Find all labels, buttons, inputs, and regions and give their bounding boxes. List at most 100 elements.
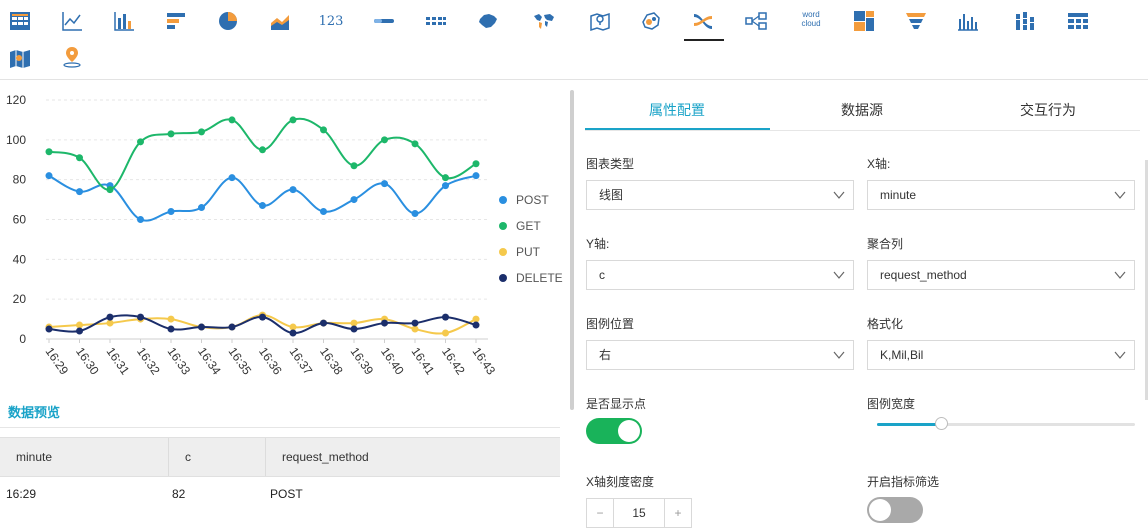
- x-tick-label: 16:38: [317, 345, 346, 378]
- word-cloud-icon[interactable]: word cloud: [797, 8, 825, 30]
- data-point-delete: [320, 319, 327, 327]
- table-row: 16:29 82 POST: [0, 477, 560, 511]
- tab-divider: [585, 130, 1140, 131]
- location-map-icon[interactable]: [589, 10, 611, 32]
- data-point-delete: [106, 313, 114, 321]
- chevron-down-icon: [833, 191, 845, 199]
- chevron-down-icon: [1114, 271, 1126, 279]
- x-tick-label: 16:31: [104, 345, 133, 378]
- column-header-c[interactable]: c: [185, 438, 191, 476]
- data-point-delete: [228, 323, 236, 331]
- table-cell: 82: [172, 487, 186, 501]
- data-point-delete: [381, 319, 388, 327]
- data-point-delete: [411, 319, 419, 327]
- sankey-icon[interactable]: [692, 10, 714, 32]
- table-icon[interactable]: [9, 10, 31, 32]
- progress-bar-icon[interactable]: [373, 10, 395, 32]
- data-point-get: [167, 130, 175, 138]
- legend-width-slider-handle[interactable]: [934, 417, 948, 430]
- kpi-number-icon[interactable]: 123: [319, 10, 344, 32]
- data-point-get: [381, 136, 388, 144]
- data-point-post: [320, 208, 327, 216]
- pivot-table-icon[interactable]: [1067, 10, 1089, 32]
- data-point-put: [442, 329, 449, 337]
- data-preview-table: minute c request_method 16:29 82 POST: [0, 437, 560, 511]
- data-point-post: [411, 210, 419, 218]
- tab-datasource[interactable]: 数据源: [841, 100, 883, 120]
- data-point-delete: [442, 313, 449, 321]
- chart-preview-area: 0 20 40 60 80 100 120 16:29 16:30 16:31 16:32 16:33…: [0, 80, 572, 522]
- chevron-down-icon: [1114, 351, 1126, 359]
- data-point-post: [167, 208, 175, 216]
- toggle-knob: [869, 499, 891, 521]
- data-point-post: [381, 180, 388, 188]
- word-cloud-text-top: word: [802, 10, 820, 19]
- x-axis-select[interactable]: minute: [867, 180, 1135, 210]
- data-point-post: [472, 172, 480, 180]
- y-tick-label: 0: [19, 332, 26, 346]
- horizontal-bar-icon[interactable]: [165, 10, 187, 32]
- chart-type-select[interactable]: 线图: [586, 180, 854, 210]
- data-point-delete: [259, 313, 266, 321]
- legend-position-label: 图例位置: [586, 317, 635, 331]
- data-point-get: [228, 116, 236, 124]
- decrement-button[interactable]: −: [587, 499, 614, 527]
- legend-marker-post: [499, 196, 507, 204]
- tab-interaction[interactable]: 交互行为: [1020, 100, 1076, 120]
- area-chart-icon[interactable]: [269, 10, 291, 32]
- treemap-icon[interactable]: [853, 10, 875, 32]
- line-chart-icon[interactable]: [61, 10, 83, 32]
- x-axis-label: X轴:: [867, 157, 891, 171]
- show-points-toggle[interactable]: [586, 418, 642, 444]
- data-point-post: [228, 174, 236, 182]
- legend-marker-get: [499, 222, 507, 230]
- stacked-column-icon[interactable]: [1014, 10, 1036, 32]
- panel-splitter[interactable]: [570, 90, 574, 410]
- world-map-icon[interactable]: [533, 10, 555, 32]
- format-select[interactable]: K,Mil,Bil: [867, 340, 1135, 370]
- data-point-get: [442, 174, 449, 182]
- pie-chart-icon[interactable]: [217, 10, 239, 32]
- data-point-delete: [472, 321, 480, 329]
- legend-label-get: GET: [516, 219, 541, 233]
- x-tick-label: 16:41: [409, 345, 438, 378]
- table-header: minute c request_method: [0, 437, 560, 477]
- x-density-value[interactable]: 15: [613, 499, 665, 527]
- data-point-post: [350, 196, 358, 204]
- data-point-get: [289, 116, 297, 124]
- active-chart-type-indicator: [684, 39, 724, 41]
- aggregate-column-select[interactable]: request_method: [867, 260, 1135, 290]
- geo-pin-icon[interactable]: [61, 46, 83, 68]
- indicator-dots-icon[interactable]: [425, 10, 447, 32]
- y-tick-label: 120: [6, 93, 26, 107]
- funnel-icon[interactable]: [905, 10, 927, 32]
- increment-button[interactable]: +: [664, 499, 691, 527]
- column-header-request-method[interactable]: request_method: [282, 438, 369, 476]
- y-axis-value: c: [599, 268, 605, 282]
- data-point-delete: [45, 325, 53, 333]
- bubble-map-icon[interactable]: [640, 10, 662, 32]
- x-density-stepper[interactable]: − 15 +: [586, 498, 692, 528]
- data-point-put: [411, 325, 419, 333]
- legend-position-select[interactable]: 右: [586, 340, 854, 370]
- x-density-label: X轴刻度密度: [586, 475, 655, 489]
- data-point-post: [289, 186, 297, 194]
- config-panel: 属性配置 数据源 交互行为 图表类型 线图 X轴: minute Y轴: c 聚…: [575, 80, 1148, 528]
- data-point-put: [167, 315, 175, 323]
- tab-properties[interactable]: 属性配置: [649, 100, 705, 120]
- data-point-delete: [289, 329, 297, 337]
- china-map-icon[interactable]: [477, 10, 499, 32]
- column-chart-icon[interactable]: [957, 10, 979, 32]
- data-point-delete: [167, 325, 175, 333]
- data-point-get: [472, 160, 480, 168]
- x-tick-label: 16:42: [439, 345, 468, 378]
- metric-filter-toggle[interactable]: [867, 497, 923, 523]
- bar-chart-icon[interactable]: [113, 10, 135, 32]
- data-preview-title: 数据预览: [8, 405, 61, 420]
- y-axis-select[interactable]: c: [586, 260, 854, 290]
- data-point-get: [45, 148, 53, 156]
- map-icon[interactable]: [9, 47, 31, 69]
- flow-diagram-icon[interactable]: [745, 10, 767, 32]
- chart-type-label: 图表类型: [586, 157, 635, 171]
- column-header-minute[interactable]: minute: [16, 438, 52, 476]
